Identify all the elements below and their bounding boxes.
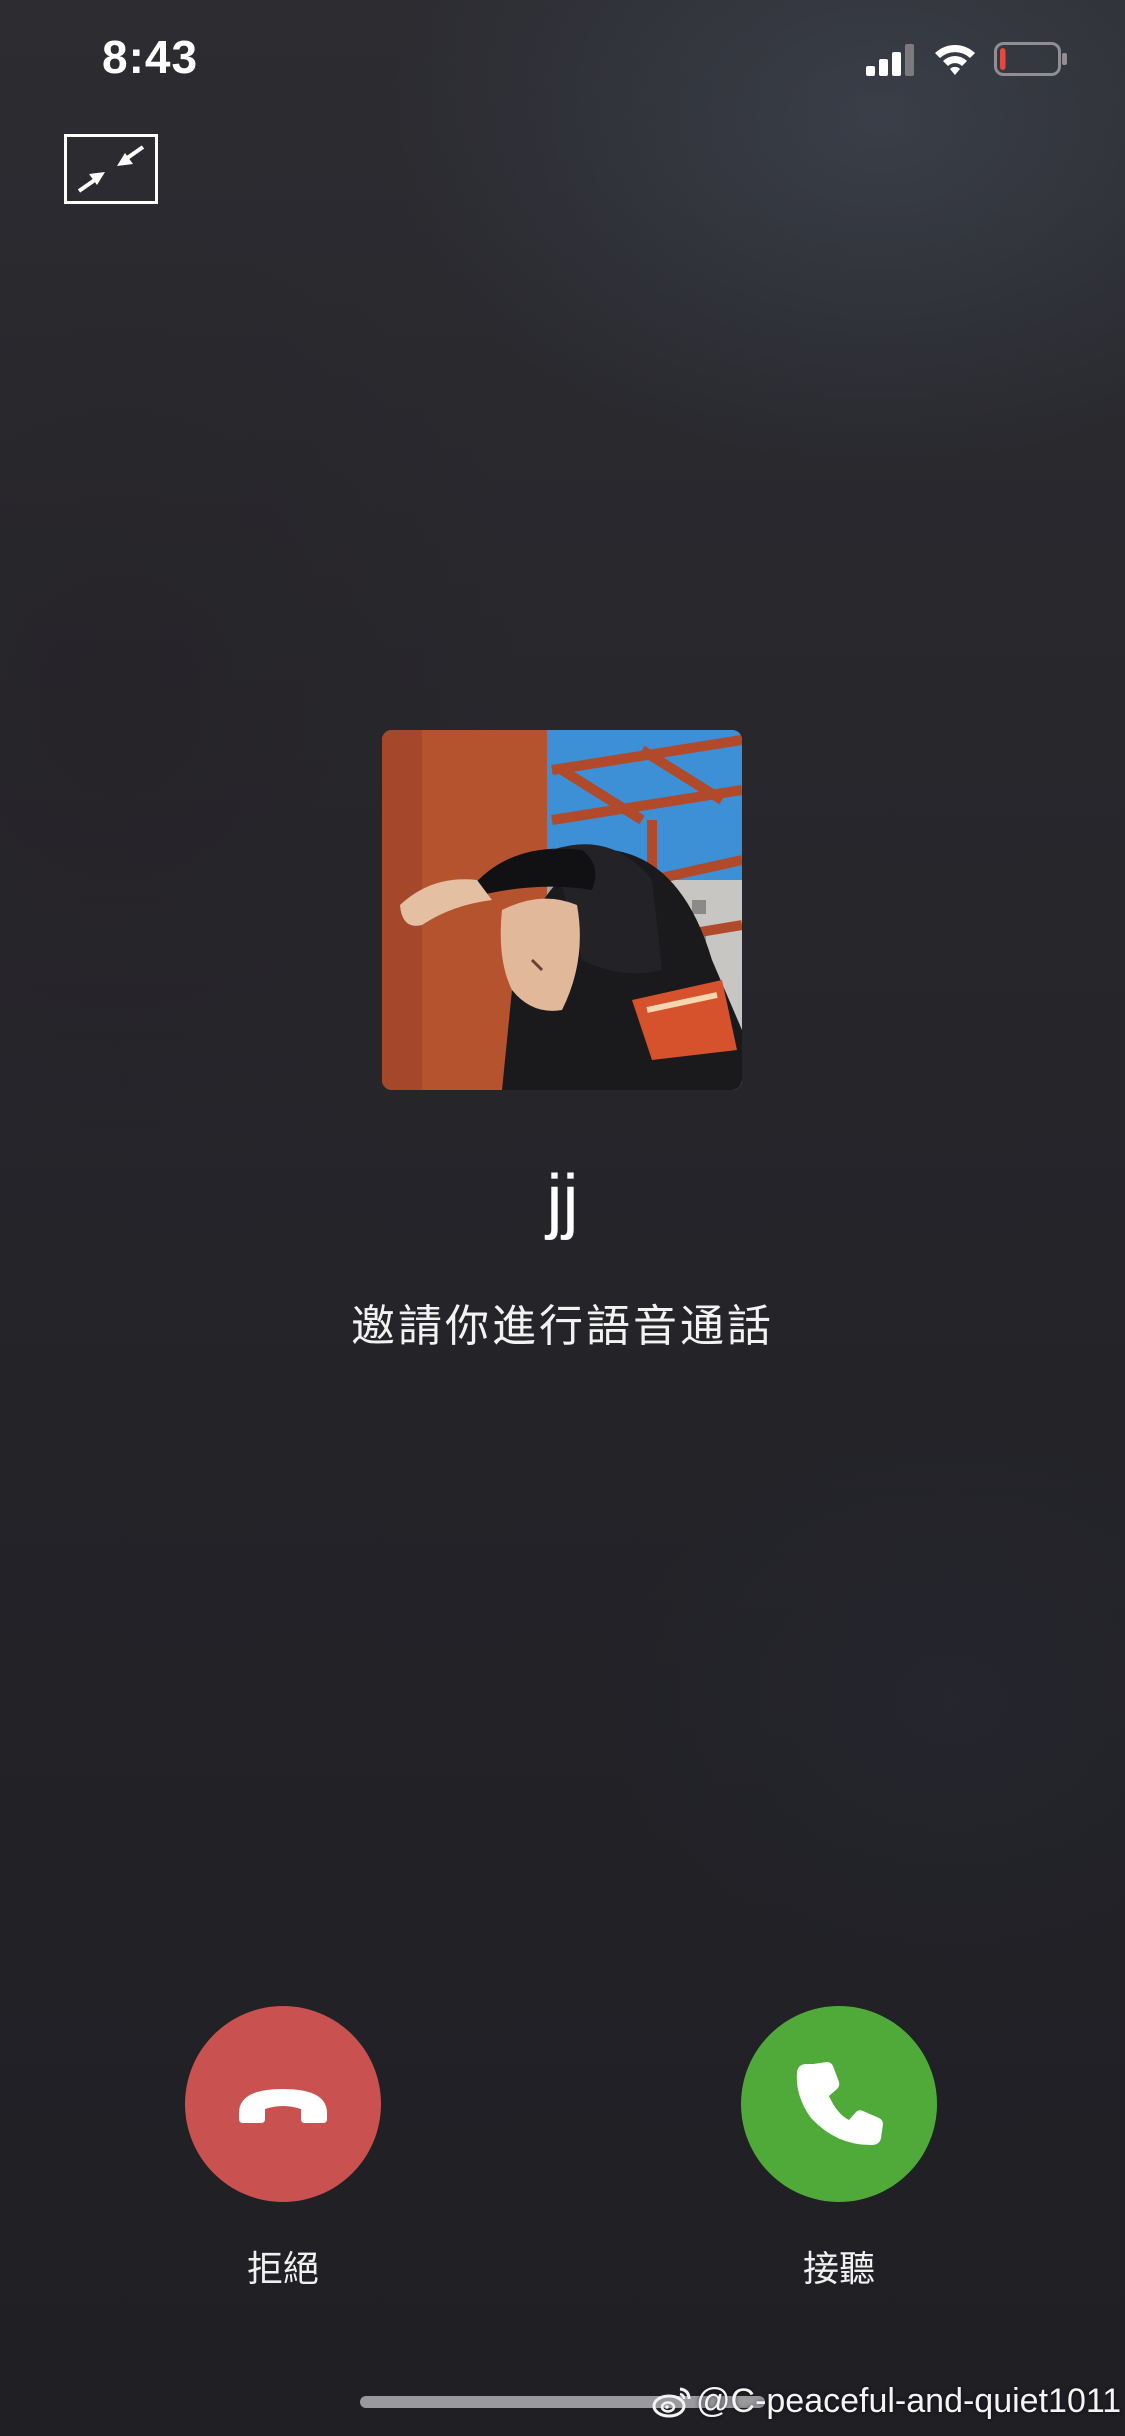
decline-button[interactable] [185, 2006, 381, 2202]
minimize-arrows-icon [77, 145, 145, 193]
minimize-button[interactable] [64, 134, 158, 204]
accept-button[interactable] [741, 2006, 937, 2202]
watermark: @C-peaceful-and-quiet1011 [652, 2382, 1121, 2421]
cellular-signal-icon [866, 44, 914, 76]
caller-avatar-photo [382, 730, 742, 1090]
caller-avatar [382, 730, 742, 1090]
battery-low-icon [994, 42, 1067, 76]
call-invitation-text: 邀請你進行語音通話 [351, 1301, 774, 1352]
watermark-text: @C-peaceful-and-quiet1011 [696, 2382, 1122, 2420]
accept-action: 接聽 [741, 2006, 937, 2292]
decline-action: 拒絕 [185, 2006, 381, 2292]
decline-label: 拒絕 [246, 2249, 319, 2290]
wifi-icon [935, 45, 975, 75]
accept-label: 接聽 [802, 2249, 875, 2290]
caller-name: jj [546, 1161, 579, 1241]
status-time: 8:43 [102, 31, 199, 83]
hang-up-phone-icon [239, 2089, 327, 2123]
weibo-icon [652, 2387, 691, 2417]
phone-icon [796, 2062, 883, 2146]
